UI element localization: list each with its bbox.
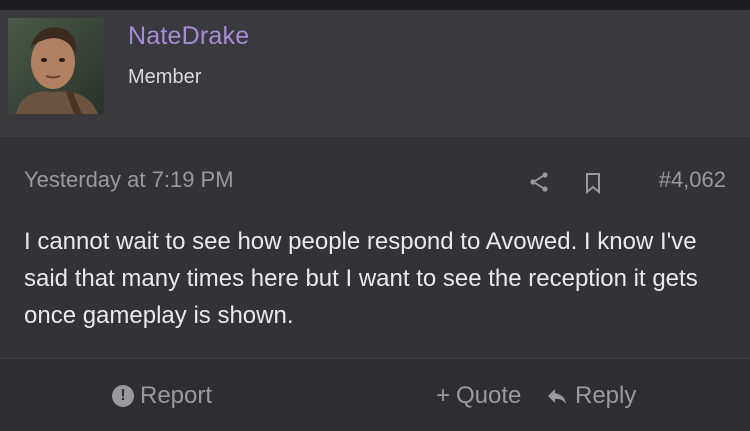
share-icon[interactable] <box>527 170 551 194</box>
user-header: NateDrake Member <box>0 10 750 136</box>
user-title: Member <box>128 66 202 88</box>
report-button[interactable]: ! Report <box>112 382 212 410</box>
reply-label: Reply <box>575 382 637 409</box>
avatar[interactable] <box>8 18 104 114</box>
post-number[interactable]: #4,062 <box>659 167 726 193</box>
post-body: Yesterday at 7:19 PM #4,062 I cannot wai… <box>0 136 750 359</box>
post: Yesterday at 7:19 PM #4,062 I cannot wai… <box>0 136 750 431</box>
quote-label: Quote <box>456 382 522 409</box>
username[interactable]: NateDrake <box>128 22 249 51</box>
avatar-image <box>8 18 104 114</box>
reply-button[interactable]: Reply <box>545 382 636 410</box>
post-text: I cannot wait to see how people respond … <box>24 228 698 329</box>
divider <box>0 358 750 359</box>
post-date[interactable]: Yesterday at 7:19 PM <box>24 167 234 193</box>
report-label: Report <box>140 382 213 409</box>
reply-arrow-icon <box>548 389 566 404</box>
exclamation-circle-icon: ! <box>112 385 134 407</box>
top-strip <box>0 0 750 10</box>
plus-icon: + <box>436 382 451 409</box>
bookmark-icon[interactable] <box>581 171 605 195</box>
quote-button[interactable]: + Quote <box>436 382 521 410</box>
